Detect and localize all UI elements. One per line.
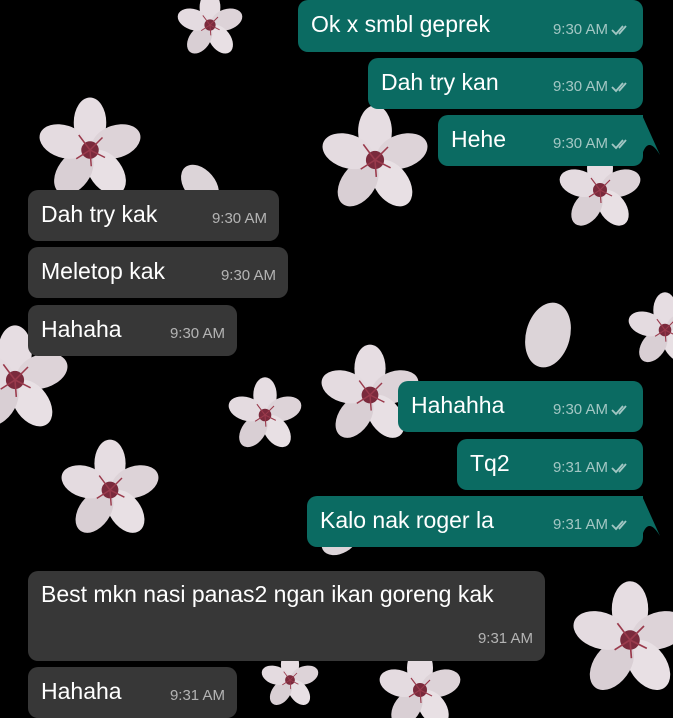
double-check-icon [611, 463, 627, 474]
outgoing-message[interactable]: Dah try kan 9:30 AM [368, 58, 643, 109]
incoming-message[interactable]: Hahaha 9:30 AM [28, 305, 237, 356]
message-time: 9:30 AM [552, 78, 608, 95]
message-text: Hahaha [41, 316, 122, 342]
message-text: Dah try kan [381, 69, 499, 95]
bubble-tail [642, 496, 660, 536]
message-text: Hahaha [41, 678, 122, 704]
message-text: Hahahha [411, 392, 505, 418]
message-meta: 9:30 AM [553, 129, 631, 159]
double-check-icon [611, 520, 627, 531]
message-time: 9:31 AM [552, 459, 608, 476]
message-time: 9:30 AM [552, 21, 608, 38]
message-meta: 9:31 AM [553, 453, 631, 483]
message-meta: 9:30 AM [553, 15, 631, 45]
outgoing-message[interactable]: Ok x smbl geprek 9:30 AM [298, 0, 643, 52]
message-time: 9:30 AM [552, 401, 608, 418]
message-text: Kalo nak roger la [320, 507, 494, 533]
double-check-icon [611, 139, 627, 150]
message-meta: 9:30 AM [553, 395, 631, 425]
message-meta: 9:31 AM [553, 510, 631, 540]
double-check-icon [611, 82, 627, 93]
double-check-icon [611, 25, 627, 36]
message-time: 9:31 AM [477, 630, 533, 647]
incoming-message[interactable]: Hahaha 9:31 AM [28, 667, 237, 718]
bubble-tail [642, 115, 660, 155]
incoming-message[interactable]: Meletop kak 9:30 AM [28, 247, 288, 298]
message-time: 9:30 AM [220, 267, 276, 284]
double-check-icon [611, 405, 627, 416]
outgoing-message[interactable]: Tq2 9:31 AM [457, 439, 643, 490]
message-time: 9:31 AM [552, 516, 608, 533]
message-time: 9:30 AM [552, 135, 608, 152]
message-time: 9:30 AM [211, 210, 267, 227]
message-text: Dah try kak [41, 201, 158, 227]
message-text: Meletop kak [41, 258, 166, 284]
message-text: Ok x smbl geprek [311, 11, 490, 37]
message-meta: 9:30 AM [553, 72, 631, 102]
message-text: Hehe [451, 126, 506, 152]
message-time: 9:31 AM [169, 687, 225, 704]
incoming-message[interactable]: Dah try kak 9:30 AM [28, 190, 279, 241]
incoming-message[interactable]: Best mkn nasi panas2 ngan ikan goreng ka… [28, 571, 545, 661]
message-text: Best mkn nasi panas2 ngan ikan goreng ka… [41, 581, 494, 607]
message-text: Tq2 [470, 450, 510, 476]
outgoing-message[interactable]: Hahahha 9:30 AM [398, 381, 643, 432]
outgoing-message[interactable]: Kalo nak roger la 9:31 AM [307, 496, 643, 547]
outgoing-message[interactable]: Hehe 9:30 AM [438, 115, 643, 166]
message-time: 9:30 AM [169, 325, 225, 342]
